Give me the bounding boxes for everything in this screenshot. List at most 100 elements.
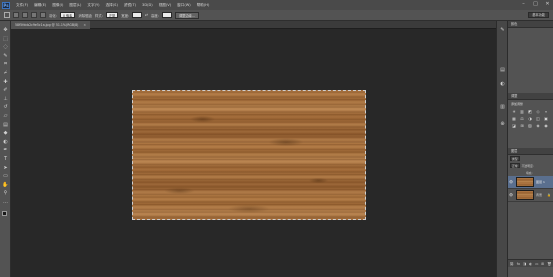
marquee-tool-icon[interactable]: ⬚ bbox=[2, 36, 9, 42]
brush-tool-icon[interactable]: ✐ bbox=[2, 87, 9, 93]
width-input[interactable] bbox=[132, 12, 143, 18]
layers-footer-icon[interactable]: ⊞ bbox=[541, 262, 544, 266]
swap-icon[interactable]: ⇄ bbox=[145, 13, 148, 17]
right-panels: 颜色 调整 添加调整 ☀ ▥ ◩ ◇ ▿ ▦ ⚖ ◑ ◫ ▣ ◪ ⊞ ▨ ◈ ◉ 图层 类型 正常 不透明度… bbox=[508, 21, 553, 277]
style-select[interactable]: 正常 bbox=[105, 12, 119, 18]
width-label: 宽度: bbox=[121, 13, 130, 18]
intersect-selection-icon[interactable] bbox=[40, 12, 46, 18]
menu-item[interactable]: 3D(D) bbox=[139, 3, 156, 8]
eraser-tool-icon[interactable]: ▱ bbox=[2, 113, 9, 119]
tools-panel: ✥ ⬚ ◌ ✎ ⌗ ⌿ ✚ ✐ ⊥ ↺ ▱ ▤ ◆ ◐ ✒ T ➤ ▭ ✋ ⚲ … bbox=[0, 21, 11, 277]
adjustment-icon[interactable]: ☀ bbox=[511, 109, 517, 114]
document-tab-title: 58f5fdcb2c9e5c1a.jpg @ 51.1%(RGB/8) bbox=[15, 23, 79, 27]
adjustment-icon[interactable]: ◉ bbox=[543, 123, 549, 128]
new-selection-icon[interactable] bbox=[13, 12, 19, 18]
color-panel bbox=[508, 28, 553, 93]
adjustment-icon[interactable]: ▦ bbox=[511, 116, 517, 121]
clone-stamp-tool-icon[interactable]: ⊥ bbox=[2, 96, 9, 102]
layers-panel: 类型 正常 不透明度: 填充: 👁 图层 1 👁 背景 🔒 ⛓ fx ◨ ◐ ▭ ⊞ 🗑 bbox=[508, 155, 553, 267]
layers-footer-icon[interactable]: ◨ bbox=[523, 262, 526, 266]
more-tools-icon[interactable]: … bbox=[2, 199, 9, 205]
adjustment-icon[interactable]: ▥ bbox=[519, 109, 525, 114]
foreground-color-swatch[interactable] bbox=[2, 211, 7, 216]
subtract-selection-icon[interactable] bbox=[31, 12, 37, 18]
menu-item[interactable]: 视图(V) bbox=[156, 3, 174, 8]
adjustment-icon[interactable]: ▿ bbox=[543, 109, 549, 114]
pen-tool-icon[interactable]: ✒ bbox=[2, 147, 9, 153]
close-tab-icon[interactable]: × bbox=[83, 23, 86, 27]
dock-panel-icon[interactable]: ✎ bbox=[499, 27, 506, 33]
dock-panel-icon[interactable]: ◐ bbox=[499, 81, 506, 87]
quick-select-tool-icon[interactable]: ✎ bbox=[2, 53, 9, 59]
layer-row[interactable]: 👁 背景 🔒 bbox=[508, 189, 553, 202]
lasso-tool-icon[interactable]: ◌ bbox=[2, 44, 9, 50]
dock-panel-icon[interactable]: ▤ bbox=[499, 67, 506, 73]
eyedropper-tool-icon[interactable]: ⌿ bbox=[2, 70, 9, 76]
adjustment-icon[interactable]: ⚖ bbox=[519, 116, 525, 121]
menu-item[interactable]: 选择(S) bbox=[103, 3, 121, 8]
feather-label: 羽化: bbox=[49, 13, 57, 18]
crop-tool-icon[interactable]: ⌗ bbox=[2, 61, 9, 67]
height-input[interactable] bbox=[161, 12, 172, 18]
adjustments-panel: 添加调整 ☀ ▥ ◩ ◇ ▿ ▦ ⚖ ◑ ◫ ▣ ◪ ⊞ ▨ ◈ ◉ bbox=[508, 100, 553, 148]
opacity-label: 不透明度: bbox=[521, 163, 534, 168]
maximize-button[interactable]: □ bbox=[532, 1, 539, 8]
adjustment-icon[interactable]: ⊞ bbox=[519, 123, 525, 128]
layer-kind-filter[interactable]: 类型 bbox=[510, 156, 520, 161]
dodge-tool-icon[interactable]: ◐ bbox=[2, 139, 9, 145]
history-brush-tool-icon[interactable]: ↺ bbox=[2, 104, 9, 110]
layers-panel-tab[interactable]: 图层 bbox=[508, 148, 553, 155]
photoshop-logo: Ps bbox=[2, 1, 10, 9]
add-selection-icon[interactable] bbox=[22, 12, 28, 18]
adjustments-panel-tab[interactable]: 调整 bbox=[508, 93, 553, 100]
color-swatches[interactable] bbox=[2, 211, 9, 218]
dock-panel-icon[interactable]: ⊕ bbox=[499, 121, 506, 127]
layers-footer-icon[interactable]: 🗑 bbox=[547, 262, 551, 266]
adjustment-icon[interactable]: ◇ bbox=[535, 109, 541, 114]
adjustment-icon[interactable]: ◩ bbox=[527, 109, 533, 114]
blend-mode-select[interactable]: 正常 bbox=[510, 163, 520, 168]
color-panel-tab[interactable]: 颜色 bbox=[508, 21, 553, 28]
close-window-button[interactable]: ✕ bbox=[544, 1, 551, 8]
menu-item[interactable]: 文件(F) bbox=[13, 3, 31, 8]
visibility-eye-icon[interactable]: 👁 bbox=[508, 193, 514, 197]
document-tab[interactable]: 58f5fdcb2c9e5c1a.jpg @ 51.1%(RGB/8) × bbox=[11, 21, 91, 29]
zoom-tool-icon[interactable]: ⚲ bbox=[2, 190, 9, 196]
minimize-button[interactable]: – bbox=[520, 1, 527, 8]
adjustment-icon[interactable]: ▣ bbox=[543, 116, 549, 121]
menu-item[interactable]: 图层(L) bbox=[66, 3, 84, 8]
menu-item[interactable]: 帮助(H) bbox=[194, 3, 213, 8]
type-tool-icon[interactable]: T bbox=[2, 156, 9, 162]
menu-item[interactable]: 滤镜(T) bbox=[121, 3, 139, 8]
path-select-tool-icon[interactable]: ➤ bbox=[2, 165, 9, 171]
layers-footer-icon[interactable]: ⛓ bbox=[509, 262, 513, 266]
document-canvas-image[interactable] bbox=[132, 90, 366, 220]
hand-tool-icon[interactable]: ✋ bbox=[2, 182, 9, 188]
shape-tool-icon[interactable]: ▭ bbox=[2, 173, 9, 179]
adjustment-icon[interactable]: ◫ bbox=[535, 116, 541, 121]
adjustment-icon[interactable]: ◑ bbox=[527, 116, 533, 121]
move-tool-icon[interactable]: ✥ bbox=[2, 27, 9, 33]
adjustment-icon[interactable]: ◈ bbox=[535, 123, 541, 128]
adjustment-icon[interactable]: ▨ bbox=[527, 123, 533, 128]
menu-item[interactable]: 文字(Y) bbox=[84, 3, 102, 8]
workspace-select[interactable]: 基本功能 bbox=[528, 12, 549, 18]
layers-footer-icon[interactable]: ▭ bbox=[535, 262, 538, 266]
marquee-preset-icon[interactable] bbox=[4, 12, 10, 18]
menu-item[interactable]: 编辑(E) bbox=[31, 3, 49, 8]
layer-row[interactable]: 👁 图层 1 bbox=[508, 176, 553, 189]
adjustment-icon[interactable]: ◪ bbox=[511, 123, 517, 128]
gradient-tool-icon[interactable]: ▤ bbox=[2, 122, 9, 128]
layers-footer-icon[interactable]: ◐ bbox=[529, 262, 532, 266]
layer-name: 背景 bbox=[536, 193, 543, 197]
dock-panel-icon[interactable]: ▥ bbox=[499, 104, 506, 110]
blur-tool-icon[interactable]: ◆ bbox=[2, 130, 9, 136]
visibility-eye-icon[interactable]: 👁 bbox=[508, 180, 514, 184]
refine-edge-button[interactable]: 调整边缘... bbox=[174, 11, 199, 19]
menu-item[interactable]: 窗口(W) bbox=[174, 3, 194, 8]
menu-item[interactable]: 图像(I) bbox=[49, 3, 66, 8]
healing-brush-tool-icon[interactable]: ✚ bbox=[2, 79, 9, 85]
antialias-checkbox[interactable]: 消除锯齿 bbox=[78, 13, 92, 18]
feather-input[interactable]: 0 像素 bbox=[59, 12, 76, 18]
layers-footer-icon[interactable]: fx bbox=[517, 262, 520, 266]
